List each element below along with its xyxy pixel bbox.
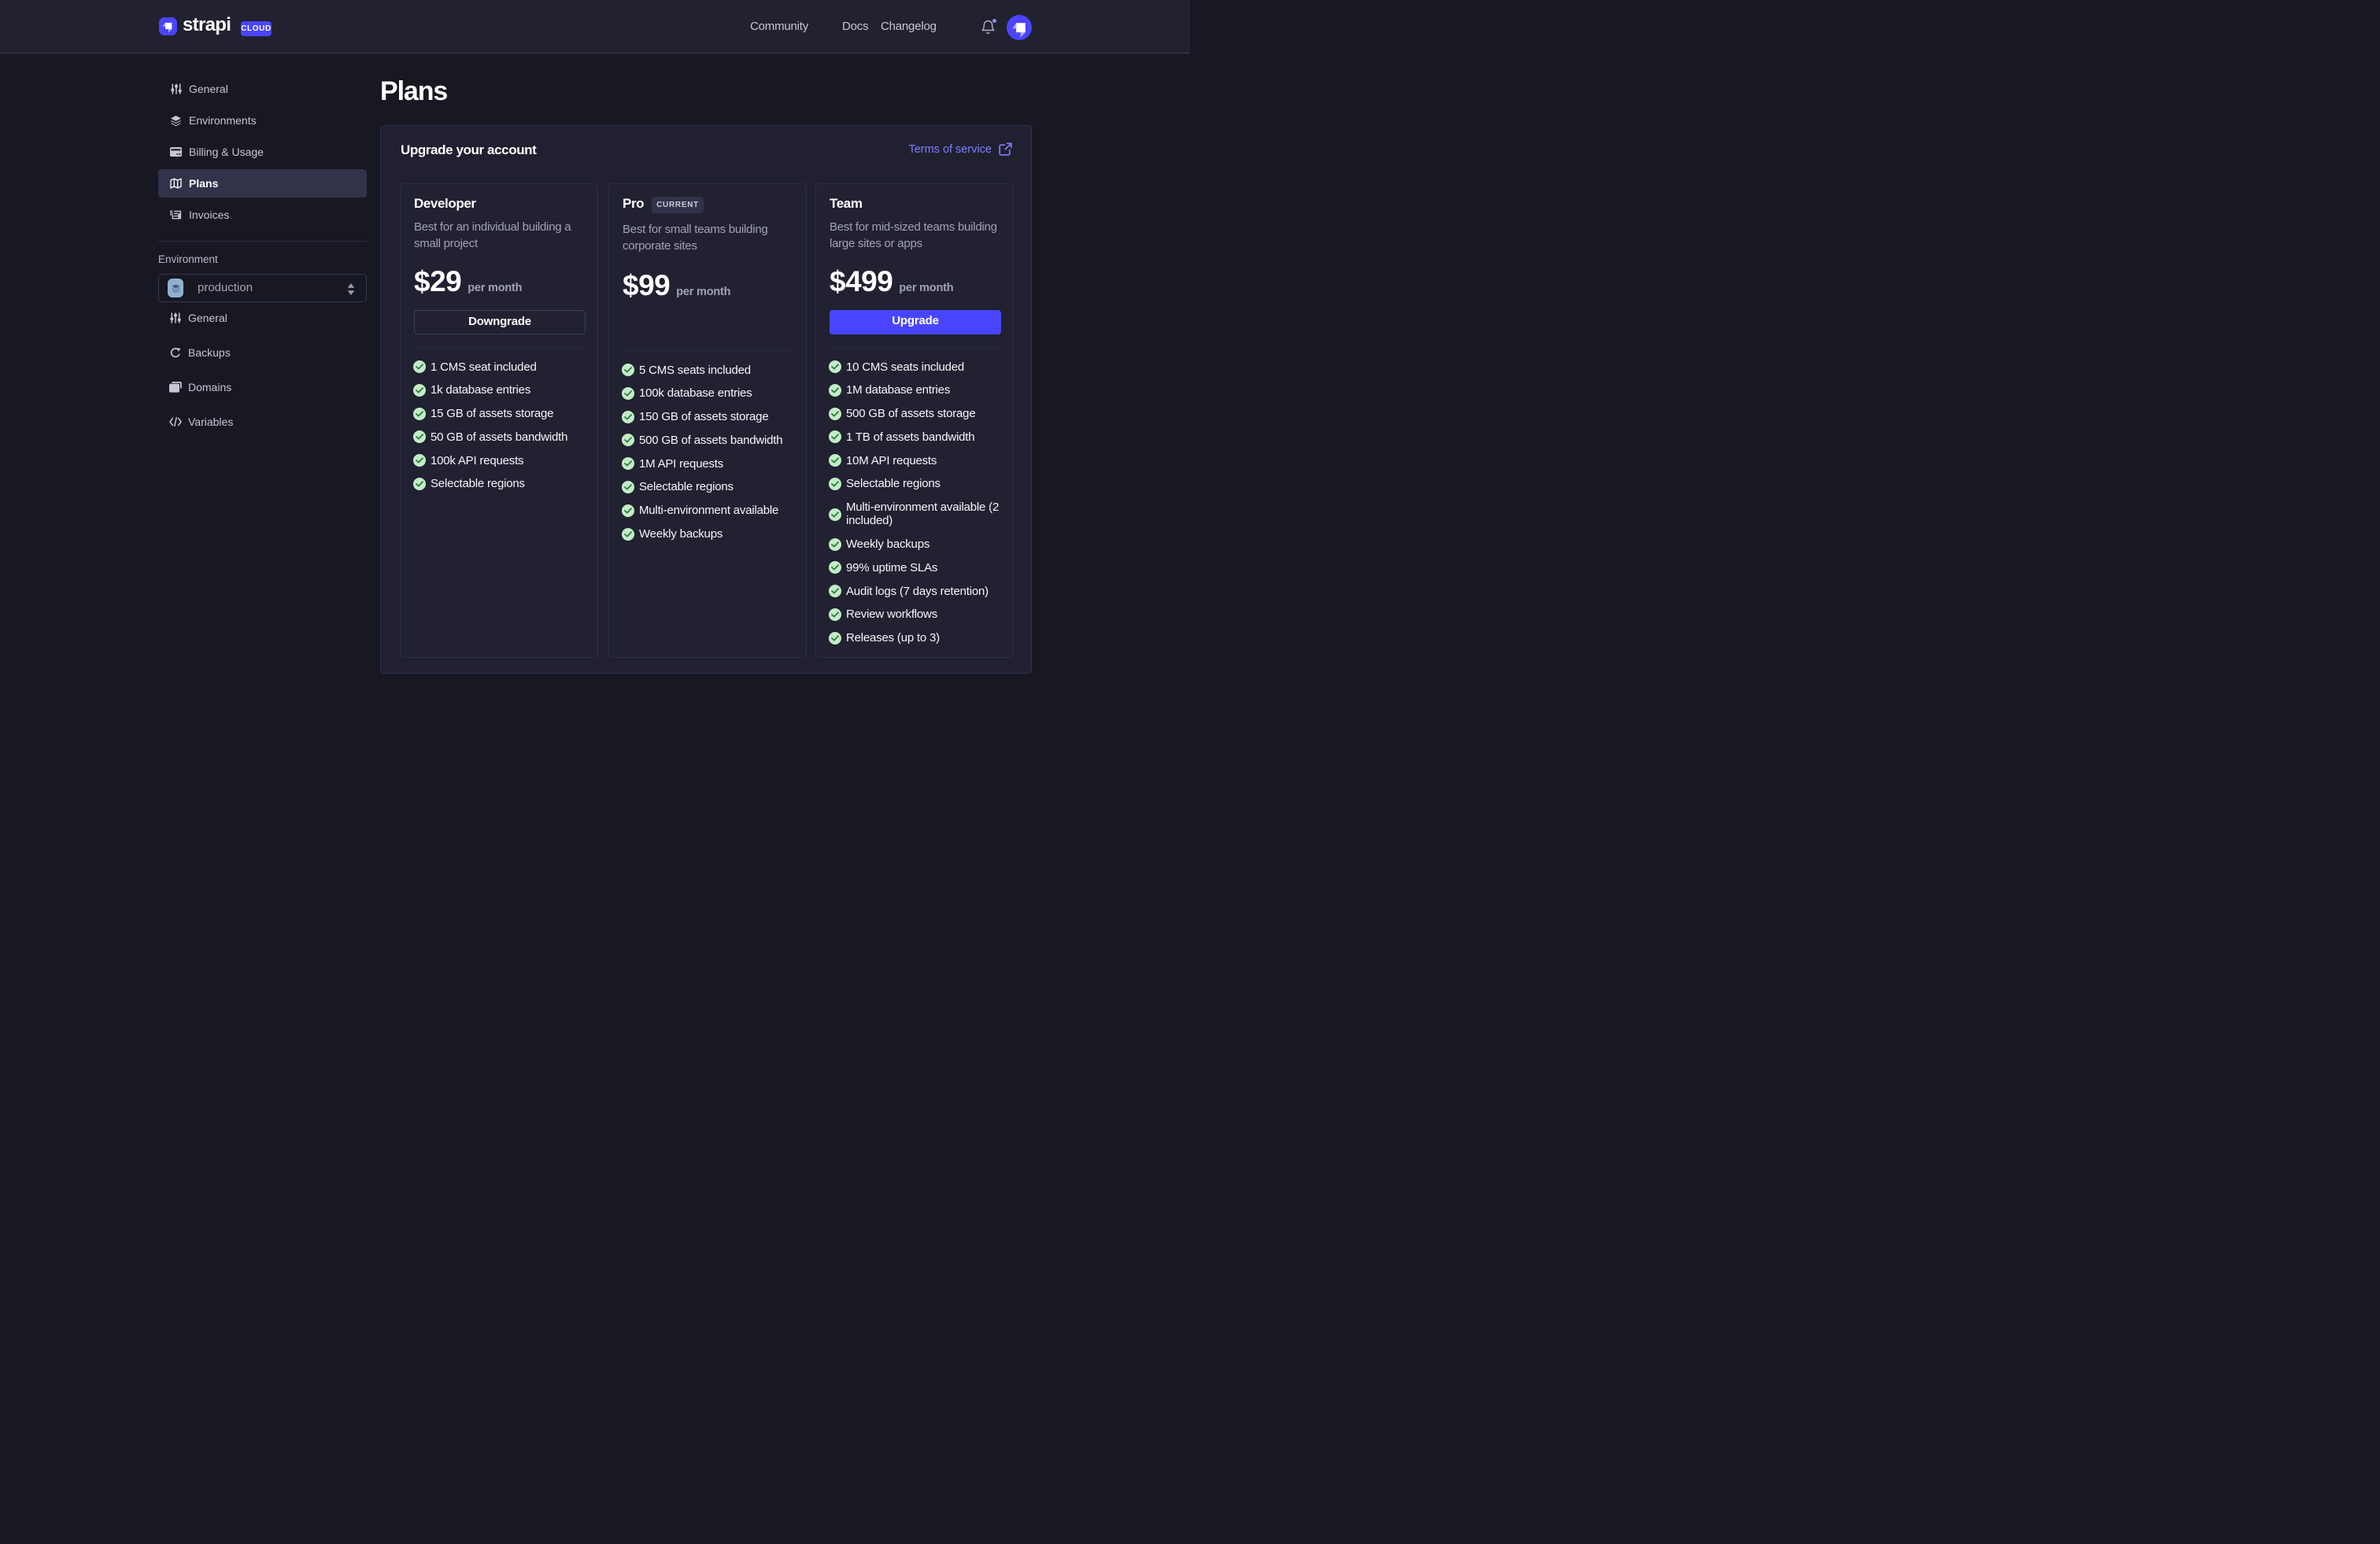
svg-text:$: $ [170,209,174,216]
